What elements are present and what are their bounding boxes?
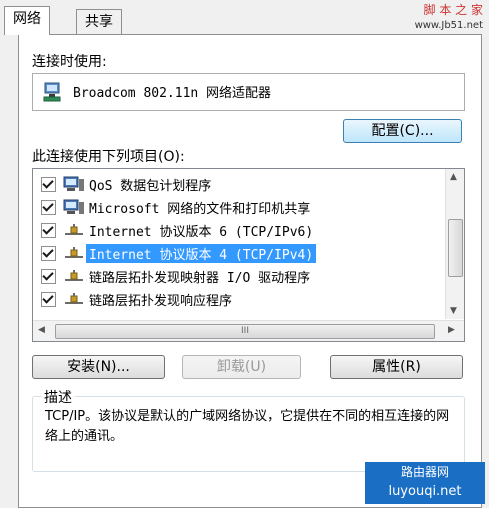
- item-label: QoS 数据包计划程序: [89, 179, 212, 194]
- list-item[interactable]: 链路层拓扑发现响应程序: [33, 288, 443, 310]
- scroll-left-icon[interactable]: ◀: [38, 325, 45, 335]
- item-label: Internet 协议版本 6 (TCP/IPv6): [89, 225, 314, 240]
- horizontal-scroll-thumb[interactable]: III: [55, 324, 435, 339]
- item-checkbox[interactable]: [41, 292, 56, 307]
- item-checkbox[interactable]: [41, 177, 56, 192]
- list-item-selected[interactable]: Internet 协议版本 4 (TCP/IPv4): [33, 242, 443, 264]
- watermark-bottom-title: 路由器网: [400, 465, 449, 479]
- item-label: 链路层拓扑发现映射器 I/O 驱动程序: [89, 271, 311, 286]
- item-checkbox[interactable]: [41, 200, 56, 215]
- uninstall-button[interactable]: 卸载(U): [182, 355, 301, 379]
- watermark-top: 脚 本 之 家 www.Jb51.net: [415, 2, 483, 34]
- protocol-icon: [65, 270, 83, 281]
- computer-icon: [63, 176, 84, 191]
- item-checkbox[interactable]: [41, 269, 56, 284]
- protocol-icon: [65, 293, 83, 304]
- protocol-icon: [65, 224, 83, 235]
- list-item[interactable]: Internet 协议版本 6 (TCP/IPv6): [33, 219, 443, 241]
- item-label: 链路层拓扑发现响应程序: [89, 294, 233, 309]
- watermark-url: www.Jb51.net: [414, 20, 483, 31]
- list-item[interactable]: Microsoft 网络的文件和打印机共享: [33, 196, 443, 218]
- item-label: Microsoft 网络的文件和打印机共享: [89, 202, 311, 217]
- configure-button[interactable]: 配置(C)...: [343, 119, 462, 143]
- items-label: 此连接使用下列项目(O):: [32, 149, 185, 165]
- adapter-field: Broadcom 802.11n 网络适配器: [32, 73, 465, 111]
- item-checkbox[interactable]: [41, 246, 56, 261]
- scroll-right-icon[interactable]: ▶: [448, 325, 455, 335]
- watermark-bottom: 路由器网 luyouqi.net: [365, 462, 485, 504]
- list-item[interactable]: 链路层拓扑发现映射器 I/O 驱动程序: [33, 265, 443, 287]
- description-group: 描述 TCP/IP。该协议是默认的广域网络协议，它提供在不同的相互连接的网络上的…: [32, 387, 465, 472]
- adapter-name: Broadcom 802.11n 网络适配器: [73, 86, 272, 101]
- description-legend: 描述: [41, 387, 75, 407]
- vertical-scroll-thumb[interactable]: [448, 219, 463, 277]
- watermark-bottom-url: luyouqi.net: [388, 484, 462, 499]
- tab-network[interactable]: 网络: [4, 6, 50, 35]
- item-checkbox[interactable]: [41, 223, 56, 238]
- vertical-scrollbar[interactable]: ▲ ▼: [445, 169, 464, 319]
- install-button[interactable]: 安装(N)...: [32, 355, 165, 379]
- connect-using-label: 连接时使用:: [32, 54, 107, 70]
- scroll-grip: III: [241, 326, 249, 336]
- items-list[interactable]: QoS 数据包计划程序 Microsoft 网络的文件和打印机共享 Intern…: [32, 168, 465, 342]
- tab-bar: 网络 共享 脚 本 之 家 www.Jb51.net: [0, 0, 489, 35]
- tab-sharing[interactable]: 共享: [76, 9, 122, 34]
- scroll-down-icon[interactable]: ▼: [450, 306, 457, 316]
- horizontal-scrollbar[interactable]: ◀ III ▶: [33, 320, 464, 341]
- properties-button[interactable]: 属性(R): [330, 355, 463, 379]
- computer-icon: [63, 199, 84, 214]
- description-text: TCP/IP。该协议是默认的广域网络协议，它提供在不同的相互连接的网络上的通讯。: [45, 409, 450, 444]
- network-adapter-icon: [43, 82, 61, 102]
- watermark-title: 脚 本 之 家: [423, 3, 483, 17]
- protocol-icon: [65, 247, 83, 258]
- list-item[interactable]: QoS 数据包计划程序: [33, 173, 443, 195]
- scroll-up-icon[interactable]: ▲: [450, 172, 457, 182]
- item-label: Internet 协议版本 4 (TCP/IPv4): [86, 244, 317, 263]
